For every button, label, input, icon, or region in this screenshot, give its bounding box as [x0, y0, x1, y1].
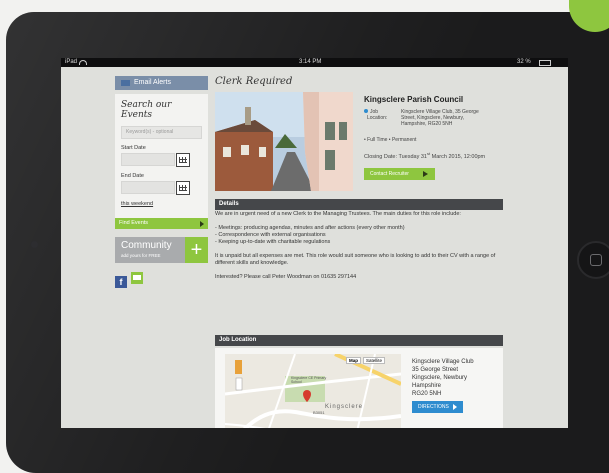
address-line: Hampshire [412, 383, 442, 389]
end-date-label: End Date [121, 173, 144, 179]
map-label-school: Kingsclere CE Primary School [291, 376, 327, 384]
job-location-label: Location: [367, 115, 388, 121]
facebook-icon[interactable]: f [115, 276, 127, 288]
community-subtitle: add yours for FREE [121, 253, 161, 258]
decorative-green-corner [569, 0, 609, 32]
calendar-icon[interactable] [176, 181, 190, 195]
keyword-input[interactable]: Keyword(s) - optional [121, 126, 202, 139]
address-line: Kingsclere, Newbury [412, 375, 468, 381]
contact-recruiter-button[interactable]: Contact Recruiter [364, 167, 435, 180]
job-photo [215, 92, 353, 191]
job-summary: Kingsclere Parish Council Job Location: … [364, 95, 504, 180]
details-heading: Details [215, 199, 503, 210]
duty-item: - Keeping up-to-date with charitable reg… [215, 239, 331, 245]
location-panel: Map Satellite Kingsclere CE Primary Scho… [215, 348, 503, 428]
job-main: Clerk Required Kingsclere Parish Council… [215, 76, 503, 428]
this-weekend-link[interactable]: this weekend [121, 201, 202, 207]
email-share-icon[interactable] [131, 272, 143, 284]
end-date-input[interactable] [121, 181, 175, 194]
email-alerts-label: Email Alerts [134, 79, 171, 86]
job-location: Job Location: Kingsclere Village Club, 3… [364, 109, 504, 131]
closing-date-text: Closing Date: Tuesday 31 [364, 153, 427, 160]
battery-label: 32 % [517, 59, 531, 65]
camera-icon [31, 241, 38, 248]
location-map[interactable]: Map Satellite Kingsclere CE Primary Scho… [225, 354, 401, 428]
job-location-address: Kingsclere Village Club, 35 George Stree… [401, 109, 501, 127]
job-terms: • Full Time • Permanent [364, 137, 417, 143]
status-bar: iPad 3:14 PM 32 % [61, 58, 568, 67]
find-events-label: Find Events [119, 220, 149, 226]
details-body: We are in urgent need of a new Clerk to … [215, 211, 503, 288]
details-paragraph: We are in urgent need of a new Clerk to … [215, 211, 461, 217]
ipad-screen: iPad 3:14 PM 32 % Email Alerts Search ou… [61, 58, 568, 428]
search-title: Search our Events [121, 100, 172, 120]
map-label-road: B3051 [313, 410, 325, 415]
closing-date-text: March 2015, 12:00pm [430, 153, 486, 160]
battery-icon [539, 60, 551, 66]
duties-list: - Meetings: producing agendas, minutes a… [215, 225, 503, 246]
address-line: 35 George Street [412, 367, 459, 373]
envelope-icon [121, 80, 130, 86]
duty-item: - Correspondence with external organisat… [215, 232, 326, 238]
closing-date: Closing Date: Tuesday 31st March 2015, 1… [364, 151, 504, 160]
find-events-button[interactable]: Find Events [115, 218, 208, 229]
start-date-input[interactable] [121, 153, 175, 166]
carrier-label: iPad [65, 59, 78, 65]
job-location-heading: Job Location [215, 335, 503, 346]
social-links: f [115, 272, 208, 290]
clock: 3:14 PM [299, 59, 322, 65]
arrow-right-icon [200, 221, 204, 227]
community-title: Community [121, 240, 172, 251]
contact-paragraph: Interested? Please call Peter Woodman on… [215, 274, 357, 280]
page-title: Clerk Required [215, 76, 293, 87]
arrow-right-icon [423, 170, 428, 177]
employer-name: Kingsclere Parish Council [364, 95, 464, 104]
address-line: Hampshire, RG20 5NH [401, 121, 453, 127]
wifi-icon [79, 60, 87, 65]
plus-icon[interactable]: + [185, 237, 208, 263]
start-date-label: Start Date [121, 145, 146, 151]
event-search-panel: Search our Events Keyword(s) - optional … [115, 94, 208, 218]
duty-item: - Meetings: producing agendas, minutes a… [215, 225, 405, 231]
directions-button[interactable]: DIRECTIONS [412, 401, 463, 413]
home-button[interactable] [577, 241, 609, 279]
map-label-place: Kingsclere [325, 404, 364, 410]
contact-recruiter-label: Contact Recruiter [370, 170, 409, 177]
address-line: Kingsclere Village Club [412, 359, 474, 365]
details-paragraph: It is unpaid but all expenses are met. T… [215, 253, 496, 266]
map-type-map[interactable]: Map [346, 357, 361, 364]
map-type-satellite[interactable]: Satellite [363, 357, 386, 364]
community-banner[interactable]: Community add yours for FREE + [115, 237, 208, 263]
directions-label: DIRECTIONS [418, 404, 449, 410]
calendar-icon[interactable] [176, 153, 190, 167]
location-address: Kingsclere Village Club 35 George Street… [412, 358, 474, 398]
map-pin-icon [364, 109, 368, 113]
email-alerts-button[interactable]: Email Alerts [115, 76, 208, 90]
arrow-right-icon [453, 404, 457, 410]
address-line: RG20 5NH [412, 391, 442, 397]
sidebar: Email Alerts Search our Events Keyword(s… [115, 76, 208, 290]
